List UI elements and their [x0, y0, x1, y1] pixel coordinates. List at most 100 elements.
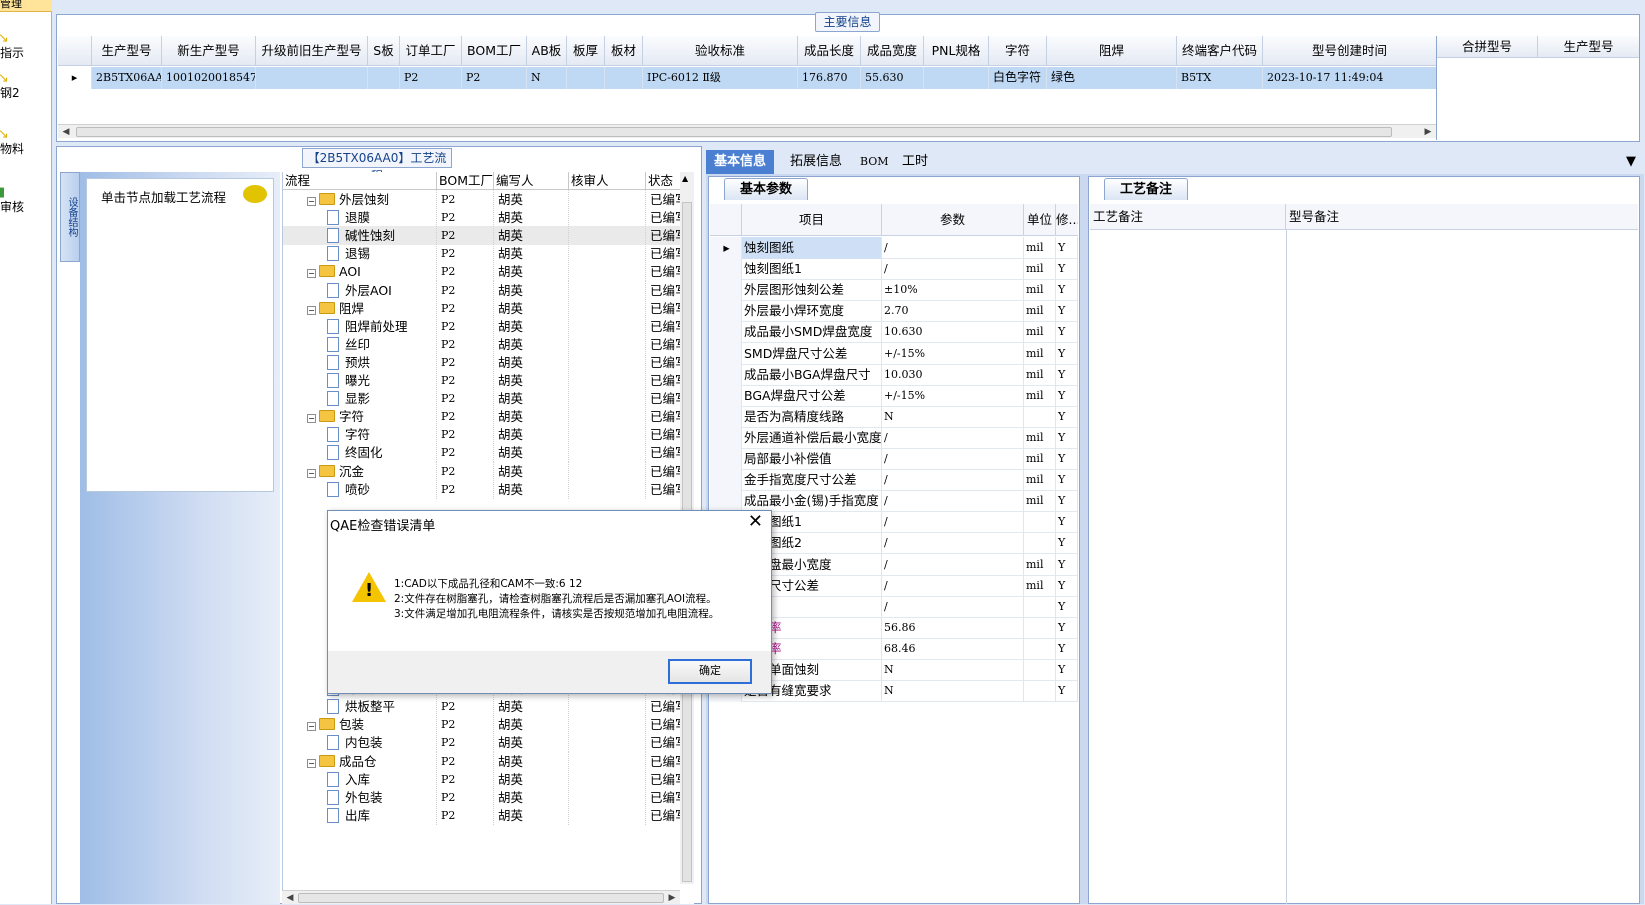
tree-row[interactable]: 退锡 P2胡英 已编写	[283, 244, 683, 264]
param-cell-unit[interactable]	[1024, 680, 1056, 703]
tree-row[interactable]: 字符 P2胡英 已编写	[283, 425, 683, 445]
tree-cell-reviewer[interactable]	[569, 208, 646, 228]
tree-cell-status[interactable]: 已编写	[646, 389, 683, 409]
tree-cell-reviewer[interactable]	[569, 443, 646, 463]
cell[interactable]: B5TX	[1177, 67, 1263, 89]
param-cell-mod[interactable]: Y	[1056, 616, 1078, 639]
nav-top-item[interactable]: 管理	[0, 0, 52, 12]
col-header[interactable]: 生产型号	[92, 36, 162, 66]
tree-cell-reviewer[interactable]	[569, 733, 646, 753]
col-header[interactable]: 字符	[989, 36, 1047, 66]
cell[interactable]	[924, 67, 989, 89]
cell[interactable]: P2	[400, 67, 462, 89]
cell[interactable]	[605, 67, 643, 89]
param-row[interactable]: 金手指宽度尺寸公差 / mil Y	[710, 469, 1078, 492]
param-cell-mod[interactable]: Y	[1056, 637, 1078, 660]
tree-node[interactable]: − 字符	[283, 407, 437, 427]
param-cell-mod[interactable]: Y	[1056, 659, 1078, 681]
tree-hscroll[interactable]: ◀ ▶	[282, 890, 680, 904]
tree-cell-status[interactable]: 已编写	[646, 697, 683, 717]
col-header[interactable]: 阻焊	[1047, 36, 1177, 66]
tree-row[interactable]: − 外层蚀刻 P2胡英 已编写	[283, 190, 683, 209]
tree-cell-bom[interactable]: P2	[437, 371, 494, 390]
col-header[interactable]: 新生产型号	[162, 36, 256, 66]
cell[interactable]: 176.870	[798, 67, 861, 89]
tree-row[interactable]: − 沉金 P2胡英 已编写	[283, 461, 683, 481]
tree-cell-writer[interactable]: 胡英	[494, 298, 569, 318]
param-cell-mod[interactable]: Y	[1056, 258, 1078, 281]
param-cell-param[interactable]: /	[882, 511, 1024, 534]
tree-cell-reviewer[interactable]	[569, 787, 646, 807]
param-cell-mod[interactable]: Y	[1056, 595, 1078, 618]
main-grid-row[interactable]: ▸ 2B5TX06AA0 10010200185479 P2 P2 N IPC-…	[58, 67, 1436, 89]
param-cell-mod[interactable]: Y	[1056, 532, 1078, 555]
tree-cell-status[interactable]: 已编写	[646, 316, 683, 336]
param-cell-unit[interactable]: mil	[1024, 469, 1056, 492]
col-header[interactable]: 板厚	[567, 36, 605, 66]
cell[interactable]: 10010200185479	[162, 67, 256, 89]
nav-item-steel[interactable]: ↘ 钢2	[0, 72, 52, 101]
col-header[interactable]: 型号备注	[1286, 204, 1638, 230]
tree-cell-status[interactable]: 已编写	[646, 479, 683, 499]
cell[interactable]	[256, 67, 368, 89]
col-header[interactable]: AB板	[527, 36, 567, 66]
collapse-icon[interactable]: −	[307, 269, 316, 279]
param-cell-unit[interactable]	[1024, 637, 1056, 660]
chevron-down-icon[interactable]: ▼	[1626, 150, 1636, 174]
param-cell-param[interactable]: /	[882, 258, 1024, 281]
param-cell-param[interactable]: /	[882, 595, 1024, 618]
tree-cell-bom[interactable]: P2	[437, 389, 494, 409]
tree-cell-bom[interactable]: P2	[437, 407, 494, 427]
col-header[interactable]: 项目	[742, 204, 882, 236]
param-cell-unit[interactable]: mil	[1024, 448, 1056, 470]
tree-cell-writer[interactable]: 胡英	[494, 425, 569, 445]
cell[interactable]: 白色字符	[989, 67, 1047, 89]
param-cell-unit[interactable]: mil	[1024, 237, 1056, 259]
tree-cell-reviewer[interactable]	[569, 244, 646, 264]
collapse-icon[interactable]: −	[307, 197, 316, 206]
tree-cell-writer[interactable]: 胡英	[494, 262, 569, 282]
tree-cell-writer[interactable]: 胡英	[494, 805, 569, 825]
tree-cell-reviewer[interactable]	[569, 805, 646, 825]
tree-cell-reviewer[interactable]	[569, 226, 646, 246]
param-cell-param[interactable]: +/-15%	[882, 342, 1024, 365]
collapse-icon[interactable]: −	[307, 758, 316, 768]
tree-cell-writer[interactable]: 胡英	[494, 280, 569, 300]
tree-cell-bom[interactable]: P2	[437, 262, 494, 282]
tree-row[interactable]: − 包装 P2胡英 已编写	[283, 715, 683, 735]
tree-cell-status[interactable]: 已编写	[646, 751, 683, 771]
scroll-up-icon[interactable]: ▲	[682, 174, 688, 183]
tree-row[interactable]: 外包装 P2胡英 已编写	[283, 787, 683, 807]
row-selector[interactable]	[710, 300, 742, 323]
scroll-left-icon[interactable]: ◀	[284, 891, 296, 905]
tree-node[interactable]: − AOI	[283, 262, 437, 282]
param-cell-mod[interactable]: Y	[1056, 384, 1078, 407]
param-cell-mod[interactable]: Y	[1056, 426, 1078, 449]
tree-cell-bom[interactable]: P2	[437, 190, 494, 209]
tree-cell-writer[interactable]: 胡英	[494, 787, 569, 807]
tree-row[interactable]: 烘板整平 P2胡英 已编写	[283, 697, 683, 717]
param-cell-unit[interactable]	[1024, 659, 1056, 681]
tree-cell-bom[interactable]: P2	[437, 352, 494, 372]
row-selector[interactable]	[710, 469, 742, 492]
tree-node[interactable]: 阻焊前处理	[283, 316, 437, 336]
tree-row[interactable]: 出库 P2胡英 已编写	[283, 805, 683, 825]
col-header[interactable]: 验收标准	[643, 36, 798, 66]
param-cell-mod[interactable]: Y	[1056, 680, 1078, 703]
param-cell-mod[interactable]: Y	[1056, 342, 1078, 365]
row-selector[interactable]	[710, 448, 742, 470]
param-cell-param[interactable]: /	[882, 237, 1024, 259]
tree-cell-writer[interactable]: 胡英	[494, 226, 569, 246]
tree-cell-status[interactable]: 已编写	[646, 733, 683, 753]
param-cell-unit[interactable]: mil	[1024, 384, 1056, 407]
param-cell-param[interactable]: /	[882, 469, 1024, 492]
close-icon[interactable]: ✕	[748, 511, 763, 533]
col-header[interactable]: 流程	[283, 172, 437, 190]
col-header[interactable]: 状态	[646, 172, 683, 190]
tree-node[interactable]: 曝光	[283, 371, 437, 390]
tree-cell-reviewer[interactable]	[569, 280, 646, 300]
tree-cell-status[interactable]: 已编写	[646, 208, 683, 228]
col-header[interactable]: PNL规格	[924, 36, 989, 66]
tree-row[interactable]: 退膜 P2胡英 已编写	[283, 208, 683, 228]
tab-extended-info[interactable]: 拓展信息	[782, 150, 850, 174]
